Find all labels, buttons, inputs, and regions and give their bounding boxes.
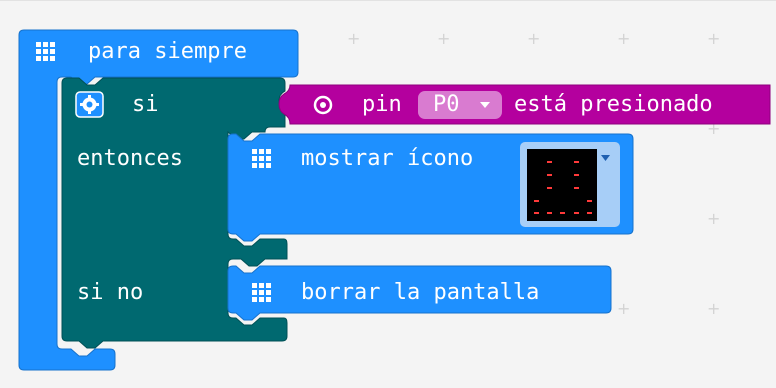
- gear-icon[interactable]: [75, 91, 104, 118]
- clear-screen-label: borrar la pantalla: [301, 280, 540, 305]
- if-label: si: [132, 92, 159, 117]
- grid-icon: [252, 149, 271, 168]
- pin-label: pin: [362, 92, 402, 117]
- grid-icon: [252, 283, 271, 302]
- then-label: entonces: [77, 146, 183, 171]
- else-label: si no: [77, 280, 144, 305]
- pin-dropdown[interactable]: [418, 91, 502, 119]
- led-preview: [527, 149, 597, 221]
- show-icon-label: mostrar ícono: [301, 146, 474, 171]
- grid-icon: [36, 42, 55, 61]
- blocks-workspace[interactable]: + + + + + + + + + para siempre si entonc…: [0, 0, 776, 388]
- forever-label: para siempre: [88, 39, 247, 64]
- pressed-label: está presionado: [514, 92, 713, 117]
- pin-value[interactable]: P0: [433, 92, 460, 118]
